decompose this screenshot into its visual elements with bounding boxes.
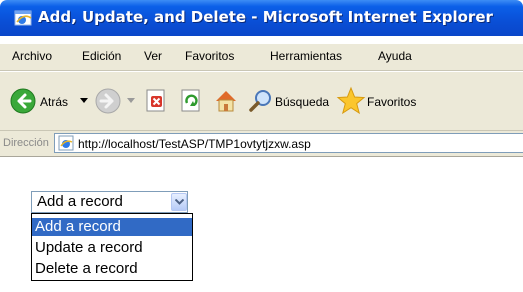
back-arrow-icon[interactable] [10,88,36,114]
chevron-down-icon [175,199,184,205]
refresh-icon[interactable] [180,89,204,113]
favorites-star-icon[interactable] [336,86,366,116]
page-icon [58,135,74,151]
forward-dropdown-chevron-icon[interactable] [127,98,135,104]
stop-icon[interactable] [145,89,169,113]
home-icon[interactable] [213,88,239,114]
option-update-record[interactable]: Update a record [32,239,192,257]
menu-ayuda[interactable]: Ayuda [378,49,412,63]
option-delete-record[interactable]: Delete a record [32,260,192,278]
menu-bar [0,44,523,71]
favorites-button-label[interactable]: Favoritos [367,95,416,109]
back-button-label[interactable]: Atrás [40,95,68,109]
back-dropdown-chevron-icon[interactable] [80,98,88,104]
menu-edicion[interactable]: Edición [82,49,121,63]
menu-archivo[interactable]: Archivo [12,49,52,63]
address-label: Dirección [3,137,49,149]
search-button-label[interactable]: Búsqueda [275,95,329,109]
address-url[interactable]: http://localhost/TestASP/TMP1ovtytjzxw.a… [78,137,311,151]
select-value: Add a record [37,193,123,210]
menu-favoritos[interactable]: Favoritos [185,49,234,63]
internet-explorer-icon [14,10,32,26]
menu-ver[interactable]: Ver [144,49,162,63]
option-add-record[interactable]: Add a record [32,218,192,236]
menu-herramientas[interactable]: Herramientas [270,49,342,63]
search-icon[interactable] [248,88,274,114]
window-title: Add, Update, and Delete - Microsoft Inte… [38,8,493,26]
forward-arrow-icon[interactable] [95,88,121,114]
